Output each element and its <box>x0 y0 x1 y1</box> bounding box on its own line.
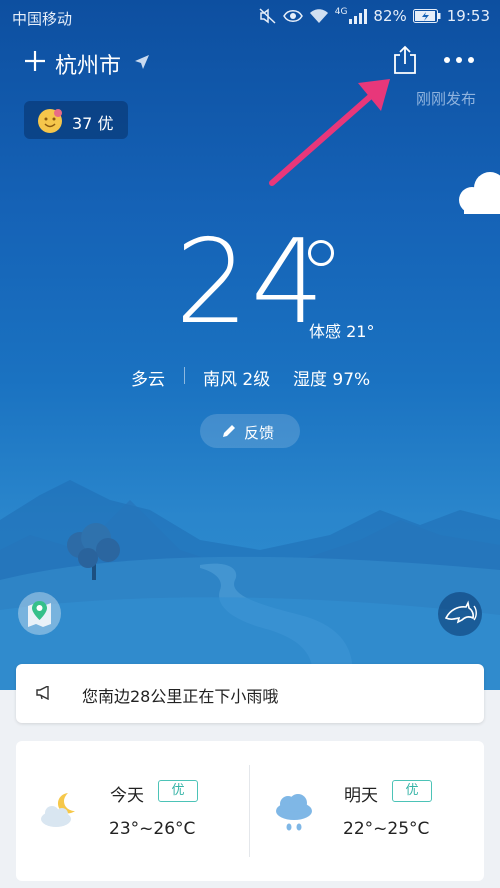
published-time: 刚刚发布 <box>415 90 476 108</box>
feedback-label: 反馈 <box>244 424 275 442</box>
moon-cloud-icon <box>41 793 75 827</box>
cloud-icon <box>459 172 500 214</box>
signal-icon <box>349 8 368 24</box>
share-icon[interactable] <box>392 45 418 75</box>
annotation-arrow-icon <box>269 79 390 186</box>
degree-symbol <box>308 240 334 266</box>
rain-cloud-icon <box>276 794 312 831</box>
wifi-icon <box>309 9 328 23</box>
aqi-badge[interactable]: 37 优 <box>24 101 128 139</box>
location-arrow-icon <box>135 55 149 69</box>
battery-percent: 82% <box>373 7 407 25</box>
more-icon[interactable] <box>444 57 474 63</box>
weather-screen: 中国移动 4G 82% 19:53 杭州市 刚刚发布 37 优 24 体感 21… <box>0 0 500 888</box>
plus-icon[interactable] <box>22 48 48 74</box>
current-temperature: 24 <box>175 215 327 350</box>
landscape-illustration <box>0 480 500 690</box>
humidity-info: 湿度 97% <box>293 370 371 390</box>
megaphone-icon <box>36 686 49 700</box>
feedback-button[interactable]: 反馈 <box>200 414 300 448</box>
battery-icon <box>412 9 441 23</box>
forecast-temp-range: 22°~25°C <box>343 819 430 839</box>
feels-like: 体感 21° <box>309 322 375 341</box>
rain-alert-text: 您南边28公里正在下小雨哦 <box>82 687 279 706</box>
aqi-level: 优 <box>97 114 114 133</box>
forecast-quality-badge: 优 <box>158 780 198 802</box>
forecast-temp-range: 23°~26°C <box>109 819 196 839</box>
network-label: 4G <box>334 7 348 17</box>
eye-icon <box>282 10 303 22</box>
happy-face-icon <box>38 109 62 133</box>
status-bar: 中国移动 4G 82% 19:53 <box>0 0 500 34</box>
mute-icon <box>259 8 276 24</box>
map-pin-icon <box>28 601 51 627</box>
map-button[interactable] <box>18 592 61 635</box>
aqi-value: 37 <box>72 114 93 133</box>
carrier-label: 中国移动 <box>12 10 73 28</box>
forecast-card: 今天 优 23°~26°C 明天 优 22°~25°C <box>16 741 484 881</box>
wind-info: 南风 2级 <box>203 370 271 390</box>
city-name[interactable]: 杭州市 <box>55 48 121 80</box>
pencil-icon <box>223 425 235 437</box>
rain-alert-bar[interactable]: 您南边28公里正在下小雨哦 <box>16 664 484 723</box>
dolphin-button[interactable] <box>438 592 482 636</box>
forecast-day-label: 今天 <box>110 786 144 806</box>
forecast-tomorrow[interactable]: 明天 优 22°~25°C <box>250 741 484 881</box>
forecast-today[interactable]: 今天 优 23°~26°C <box>16 741 250 881</box>
forecast-day-label: 明天 <box>344 786 378 806</box>
dolphin-icon <box>444 600 477 624</box>
weather-condition: 多云 <box>131 370 165 390</box>
divider <box>184 367 185 384</box>
forecast-quality-badge: 优 <box>392 780 432 802</box>
clock: 19:53 <box>446 7 490 25</box>
